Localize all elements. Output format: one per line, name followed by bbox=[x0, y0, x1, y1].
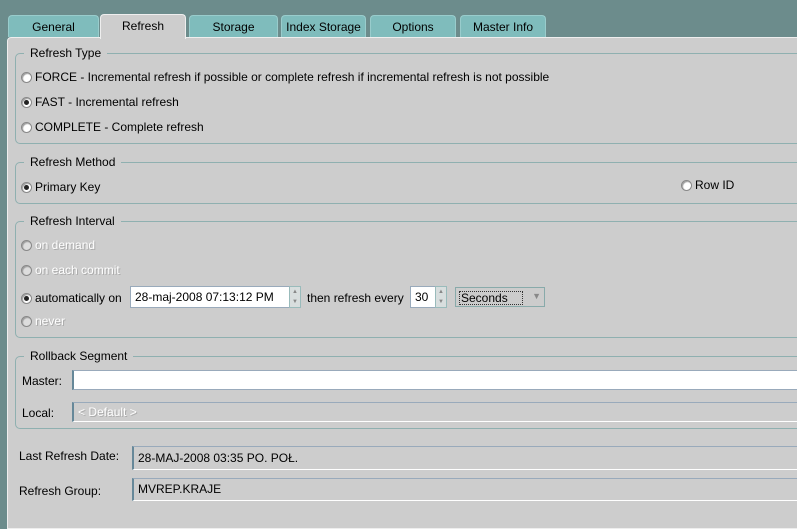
radio-automatically[interactable]: automatically on bbox=[21, 291, 122, 305]
then-refresh-label: then refresh every bbox=[307, 291, 404, 305]
tab-options[interactable]: Options bbox=[370, 15, 456, 37]
radio-selected-icon bbox=[21, 292, 32, 304]
radio-never[interactable]: never bbox=[21, 314, 65, 328]
group-title: Refresh Method bbox=[24, 155, 122, 169]
radio-icon bbox=[21, 71, 32, 83]
radio-label: on demand bbox=[35, 238, 96, 252]
start-date-input[interactable]: 28-maj-2008 07:13:12 PM bbox=[130, 286, 290, 308]
radio-icon bbox=[681, 179, 692, 191]
refresh-group-value: MVREP.KRAJE bbox=[132, 478, 797, 501]
last-refresh-value: 28-MAJ-2008 03:35 PO. POŁ. bbox=[132, 446, 797, 470]
radio-icon bbox=[21, 315, 32, 327]
master-label: Master: bbox=[22, 374, 63, 388]
radio-icon bbox=[21, 264, 32, 276]
interval-input[interactable]: 30 bbox=[410, 286, 436, 308]
radio-force[interactable]: FORCE - Incremental refresh if possible … bbox=[21, 70, 549, 84]
radio-label: FAST - Incremental refresh bbox=[35, 95, 179, 109]
radio-icon bbox=[21, 121, 32, 133]
radio-label: automatically on bbox=[35, 291, 122, 305]
radio-selected-icon bbox=[21, 96, 32, 108]
master-input[interactable] bbox=[72, 370, 797, 390]
tab-refresh[interactable]: Refresh bbox=[100, 14, 186, 39]
refresh-group-label: Refresh Group: bbox=[19, 484, 102, 498]
group-title: Rollback Segment bbox=[24, 349, 134, 363]
radio-label: Primary Key bbox=[35, 180, 101, 194]
refresh-method-group: Refresh Method Primary Key Row ID bbox=[15, 155, 797, 204]
radio-selected-icon bbox=[21, 181, 32, 193]
radio-on-demand[interactable]: on demand bbox=[21, 238, 95, 252]
unit-value: Seconds bbox=[459, 291, 523, 305]
radio-label: COMPLETE - Complete refresh bbox=[35, 120, 204, 134]
chevron-down-icon: ▼ bbox=[532, 291, 541, 301]
radio-label: FORCE - Incremental refresh if possible … bbox=[35, 70, 550, 84]
tab-general[interactable]: General bbox=[8, 15, 99, 37]
radio-complete[interactable]: COMPLETE - Complete refresh bbox=[21, 120, 204, 134]
radio-fast[interactable]: FAST - Incremental refresh bbox=[21, 95, 179, 109]
radio-on-commit[interactable]: on each commit bbox=[21, 263, 120, 277]
radio-label: Row ID bbox=[695, 178, 735, 192]
last-refresh-label: Last Refresh Date: bbox=[19, 449, 120, 463]
interval-spinner[interactable]: ▲ ▼ bbox=[435, 286, 447, 308]
tab-index-storage[interactable]: Index Storage bbox=[281, 15, 366, 37]
local-select[interactable]: < Default > bbox=[72, 402, 797, 422]
refresh-type-group: Refresh Type FORCE - Incremental refresh… bbox=[15, 46, 797, 144]
refresh-interval-group: Refresh Interval on demand on each commi… bbox=[15, 214, 797, 338]
radio-row-id[interactable]: Row ID bbox=[681, 178, 734, 192]
group-title: Refresh Type bbox=[24, 46, 108, 60]
date-spinner[interactable]: ▲ ▼ bbox=[289, 286, 301, 308]
tab-master-info[interactable]: Master Info bbox=[460, 15, 546, 37]
tab-storage[interactable]: Storage bbox=[189, 15, 278, 37]
group-title: Refresh Interval bbox=[24, 214, 121, 228]
local-label: Local: bbox=[22, 406, 55, 420]
radio-primary-key[interactable]: Primary Key bbox=[21, 180, 100, 194]
radio-label: on each commit bbox=[35, 263, 120, 277]
unit-select[interactable]: Seconds ▼ bbox=[455, 287, 545, 307]
radio-label: never bbox=[35, 314, 66, 328]
radio-icon bbox=[21, 239, 32, 251]
